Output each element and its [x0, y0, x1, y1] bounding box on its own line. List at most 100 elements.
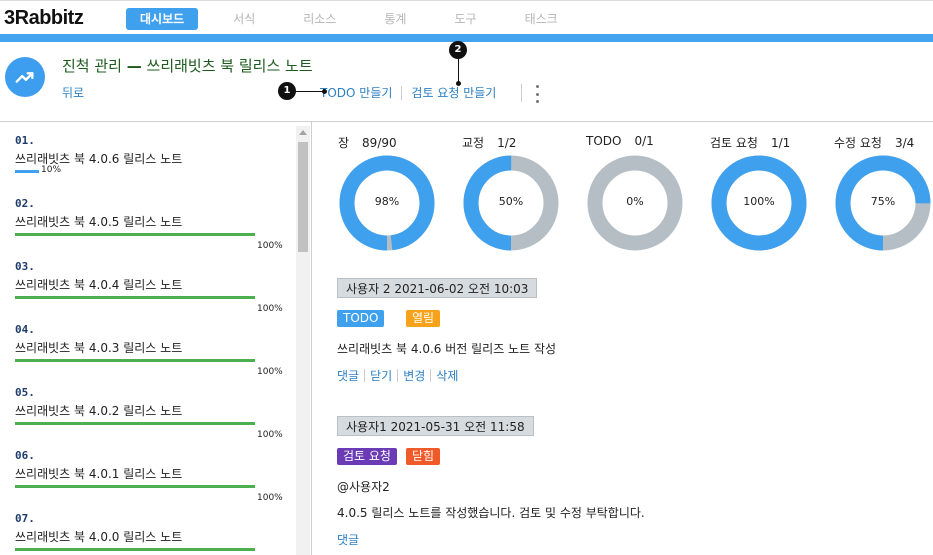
progress-label: 10%: [41, 165, 62, 175]
item-title[interactable]: 쓰리래빗츠 북 4.0.3 릴리스 노트: [15, 339, 290, 356]
progress-label: 100%: [257, 367, 283, 377]
item-number: 07.: [15, 512, 35, 525]
link-divider: [397, 369, 399, 382]
title-document: 쓰리래빗츠 북 릴리스 노트: [146, 57, 313, 75]
stat-count: 0/1: [634, 134, 654, 148]
document-list: 01. 쓰리래빗츠 북 4.0.6 릴리스 노트 10% 02. 쓰리래빗츠 북 4.0…: [0, 122, 312, 555]
page-title: 진척 관리 — 쓰리래빗츠 북 릴리스 노트: [62, 55, 313, 76]
stat-percent: 50%: [498, 195, 524, 208]
list-item[interactable]: 01. 쓰리래빗츠 북 4.0.6 릴리스 노트 10%: [15, 134, 290, 175]
tab-dashboard[interactable]: 대시보드: [126, 8, 199, 30]
tab-resources[interactable]: 리소스: [290, 8, 349, 30]
stat-count: 3/4: [894, 136, 915, 150]
create-review-request-link[interactable]: 검토 요청 만들기: [411, 84, 496, 101]
stat-percent: 98%: [374, 195, 400, 208]
activity-link[interactable]: 댓글: [337, 531, 359, 548]
tab-templates[interactable]: 서식: [220, 8, 268, 30]
activity-links: 댓글: [337, 531, 359, 548]
top-bar: 3Rabbitz 대시보드 서식 리소스 통계 도구 태스크: [0, 0, 933, 36]
stat-percent: 100%: [743, 195, 775, 208]
stat-name: 수정 요청: [834, 136, 882, 150]
progress-bar: [15, 422, 255, 425]
list-item[interactable]: 04. 쓰리래빗츠 북 4.0.3 릴리스 노트 100%: [15, 323, 290, 377]
progress-bar: [15, 359, 255, 362]
progress-bar: [15, 296, 255, 299]
document-list-scrollbar[interactable]: [296, 126, 310, 555]
progress-label: 100%: [257, 430, 283, 440]
item-title[interactable]: 쓰리래빗츠 북 4.0.5 릴리스 노트: [15, 213, 290, 230]
stat-count: 1/2: [497, 136, 517, 150]
header-actions: TODO 만들기 검토 요청 만들기: [320, 84, 496, 101]
item-title[interactable]: 쓰리래빗츠 북 4.0.0 릴리스 노트: [15, 528, 290, 545]
kebab-divider: [521, 84, 522, 102]
status-badge: 닫힘: [406, 448, 441, 465]
app-logo[interactable]: 3Rabbitz: [4, 7, 84, 30]
item-number: 03.: [15, 260, 35, 273]
mention-text: @사용자2: [337, 480, 390, 494]
scrollbar-thumb[interactable]: [298, 142, 308, 252]
callout-line-2: [456, 58, 461, 86]
item-number: 01.: [15, 134, 35, 147]
stat-count: 1/1: [770, 136, 791, 150]
stat-name: 교정: [462, 136, 485, 150]
stat-label: 장 89/90: [338, 134, 397, 151]
item-number: 06.: [15, 449, 35, 462]
tab-statistics[interactable]: 통계: [371, 8, 419, 30]
stat-label: 검토 요청 1/1: [710, 134, 790, 151]
trending-up-icon: [5, 57, 45, 97]
progress-label: 100%: [257, 493, 283, 503]
title-prefix: 진척 관리: [62, 57, 122, 75]
item-number: 02.: [15, 197, 35, 210]
progress-label: 100%: [257, 241, 283, 251]
stat-name: 장: [338, 136, 350, 150]
stat-percent: 0%: [626, 195, 644, 208]
progress-bar: [15, 170, 39, 173]
type-badge: 검토 요청: [337, 448, 397, 465]
callout-marker-2: 2: [449, 41, 467, 59]
activity-link[interactable]: 닫기: [370, 367, 392, 384]
title-separator: —: [126, 57, 142, 75]
list-item[interactable]: 06. 쓰리래빗츠 북 4.0.1 릴리스 노트 100%: [15, 449, 290, 503]
activity-message: 쓰리래빗츠 북 4.0.6 버전 릴리즈 노트 작성: [337, 342, 557, 356]
stat-label: 교정 1/2: [462, 134, 516, 151]
activity-link[interactable]: 변경: [403, 367, 425, 384]
callout-line-1: [293, 89, 327, 94]
stat-name: TODO: [586, 134, 622, 148]
status-badge: 열림: [406, 310, 441, 327]
list-item[interactable]: 02. 쓰리래빗츠 북 4.0.5 릴리스 노트 100%: [15, 197, 290, 251]
main-nav: 대시보드 서식 리소스 통계 도구 태스크: [126, 8, 593, 30]
item-title[interactable]: 쓰리래빗츠 북 4.0.2 릴리스 노트: [15, 402, 290, 419]
progress-bar: [15, 233, 255, 236]
stat-label: TODO 0/1: [586, 134, 654, 148]
stat-label: 수정 요청 3/4: [834, 134, 914, 151]
tab-tasks[interactable]: 태스크: [512, 8, 571, 30]
activity-stamp: 사용자1 2021-05-31 오전 11:58: [337, 416, 534, 436]
action-divider: [401, 85, 403, 100]
activity-links: 댓글 닫기 변경 삭제: [337, 367, 458, 384]
progress-bar: [15, 485, 255, 488]
progress-bar: [15, 548, 255, 551]
scroll-up-icon[interactable]: [299, 130, 307, 135]
list-item[interactable]: 03. 쓰리래빗츠 북 4.0.4 릴리스 노트 100%: [15, 260, 290, 314]
list-item[interactable]: 07.쓰리래빗츠 북 4.0.0 릴리스 노트100%: [15, 512, 290, 551]
stat-name: 검토 요청: [710, 136, 758, 150]
link-divider: [430, 369, 432, 382]
item-number: 04.: [15, 323, 35, 336]
link-divider: [364, 369, 366, 382]
list-item[interactable]: 05. 쓰리래빗츠 북 4.0.2 릴리스 노트 100%: [15, 386, 290, 440]
type-badge: TODO: [337, 310, 385, 327]
back-link[interactable]: 뒤로: [62, 84, 84, 101]
activity-link[interactable]: 삭제: [436, 367, 458, 384]
accent-bar: [0, 34, 933, 42]
stat-count: 89/90: [362, 136, 397, 150]
activity-link[interactable]: 댓글: [337, 367, 359, 384]
activity-message: 4.0.5 릴리스 노트를 작성했습니다. 검토 및 수정 부탁합니다.: [337, 506, 645, 520]
item-number: 05.: [15, 386, 35, 399]
activity-stamp: 사용자 2 2021-06-02 오전 10:03: [337, 278, 538, 298]
item-title[interactable]: 쓰리래빗츠 북 4.0.4 릴리스 노트: [15, 276, 290, 293]
tab-tools[interactable]: 도구: [441, 8, 489, 30]
create-todo-link[interactable]: TODO 만들기: [320, 84, 392, 101]
item-title[interactable]: 쓰리래빗츠 북 4.0.1 릴리스 노트: [15, 465, 290, 482]
progress-label: 100%: [257, 304, 283, 314]
more-options-icon[interactable]: [531, 85, 543, 103]
